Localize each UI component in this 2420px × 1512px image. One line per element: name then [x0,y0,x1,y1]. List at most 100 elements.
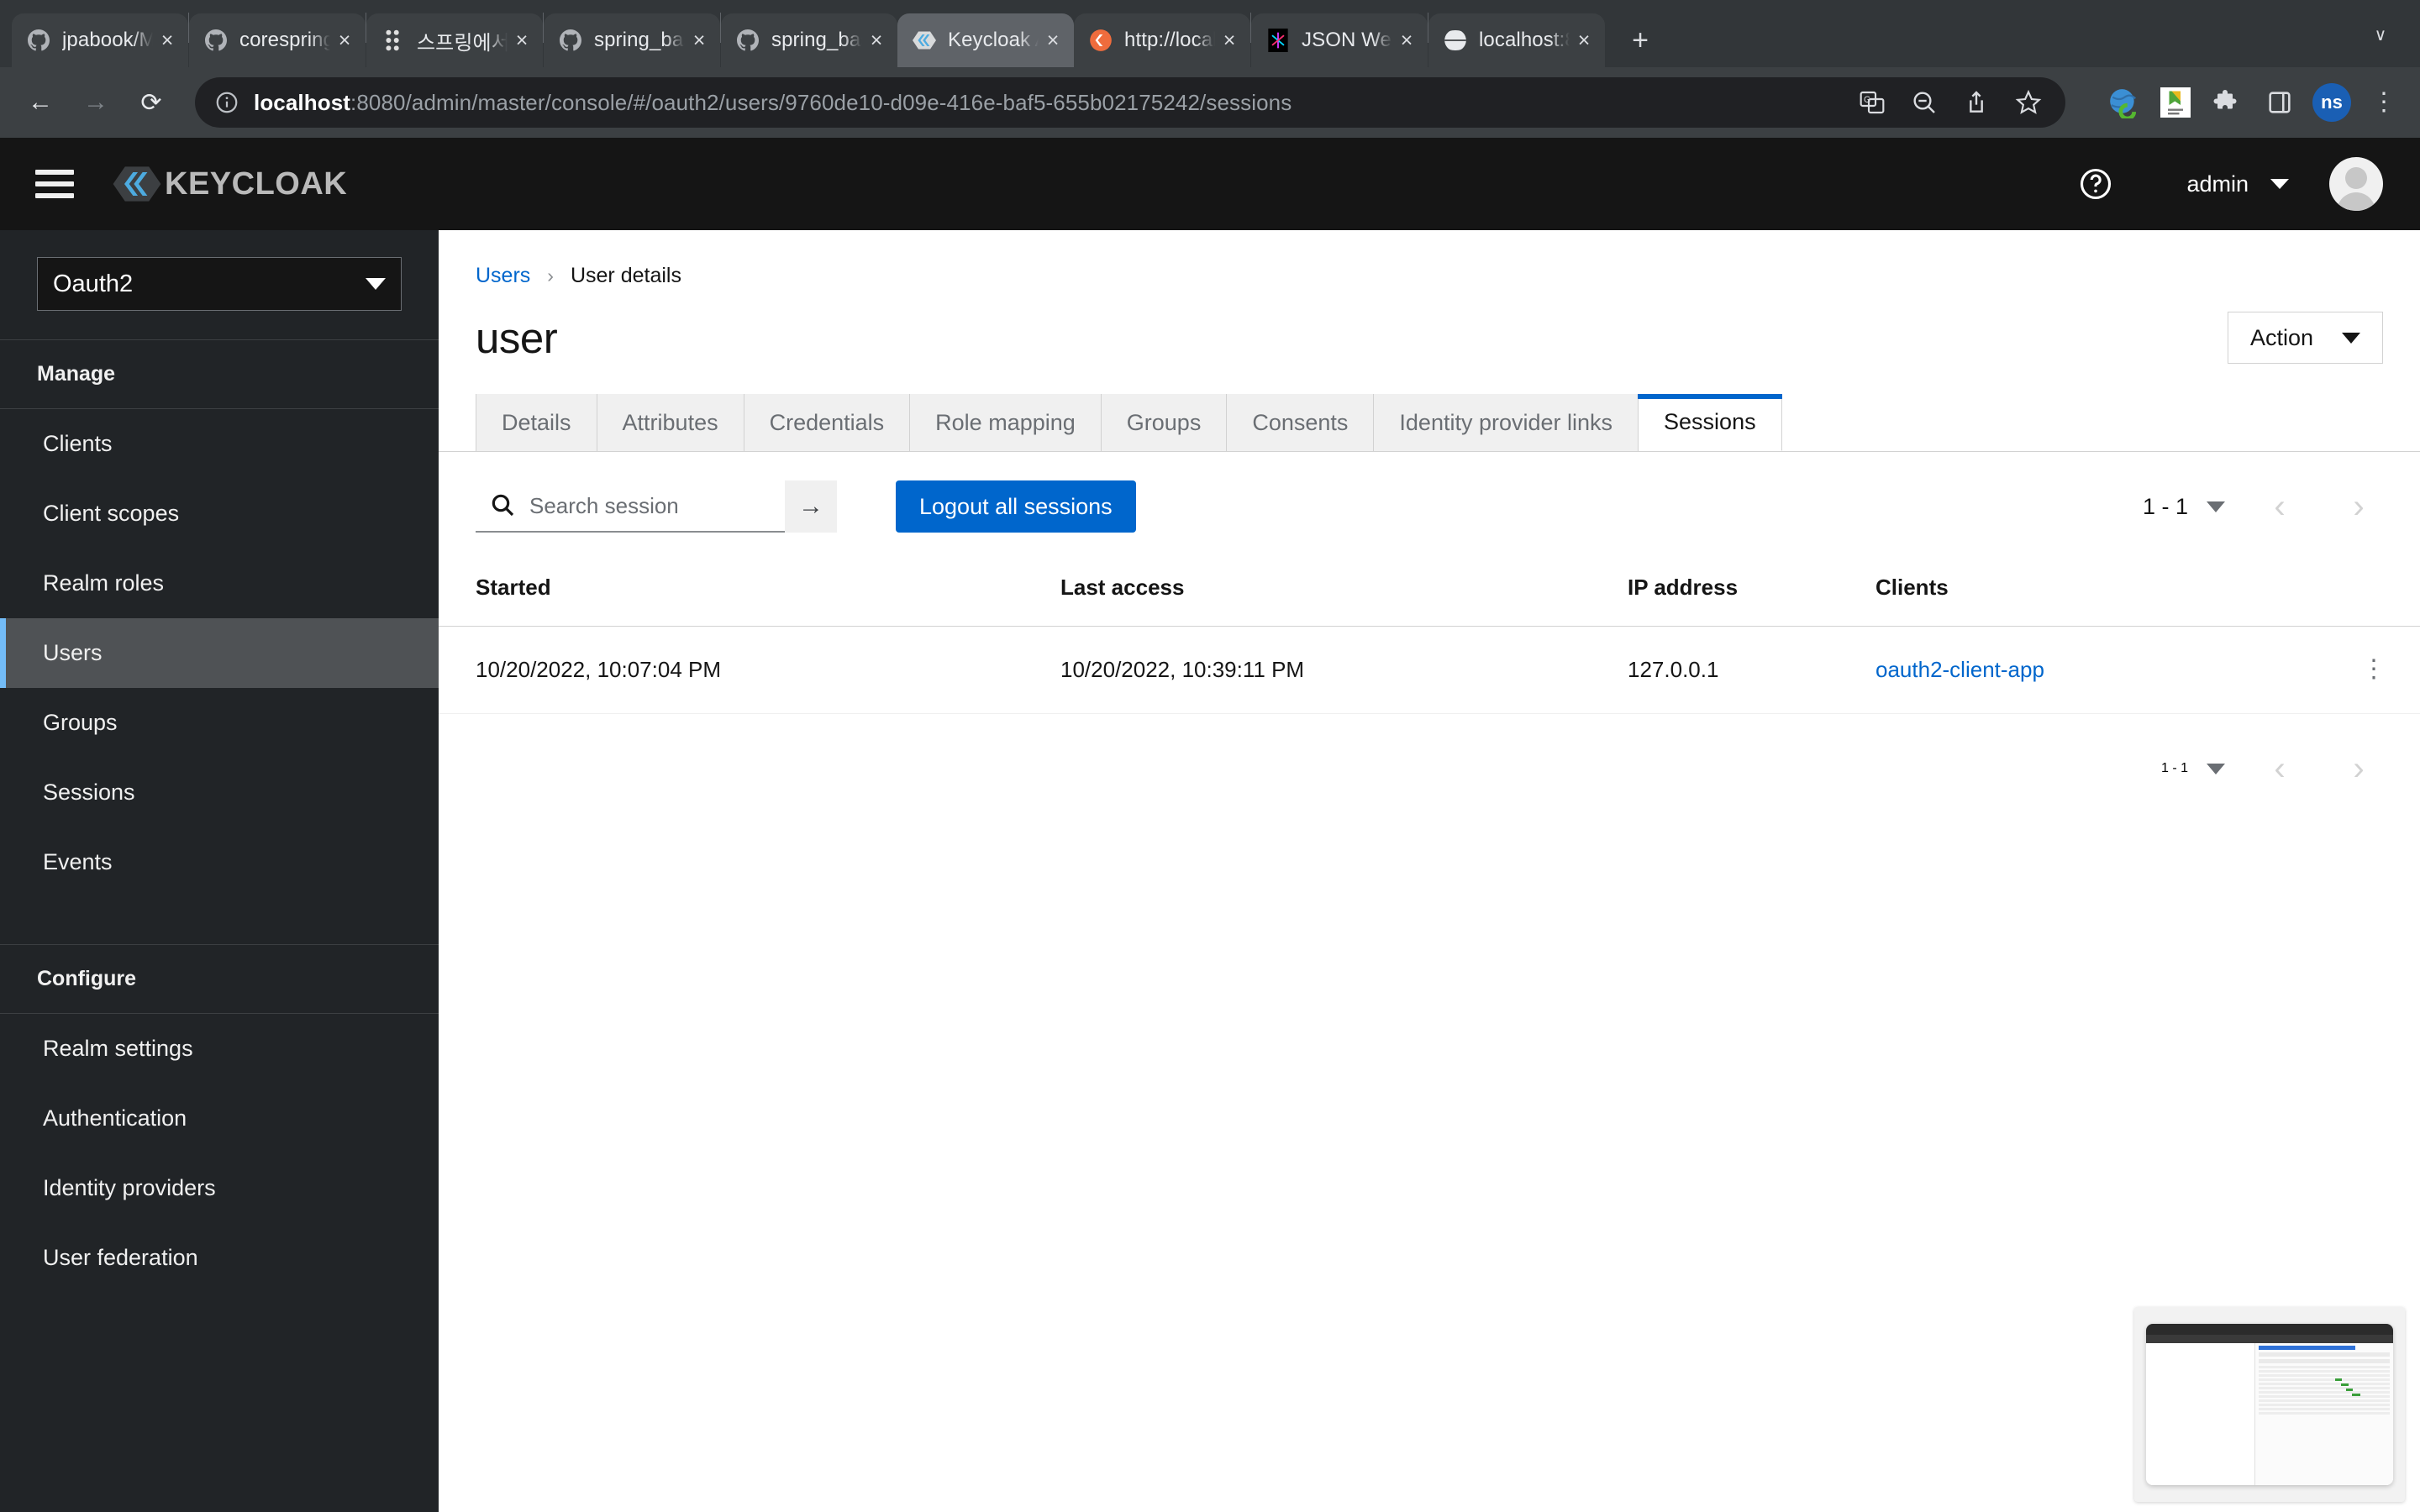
preview-filterbar [2259,1359,2390,1363]
sidebar-item-realm-settings[interactable]: Realm settings [0,1014,439,1084]
browser-menu-button[interactable]: ⋮ [2363,81,2405,123]
share-icon[interactable] [1956,82,1996,123]
column-header-ip-address: IP address [1628,563,1876,627]
column-header-clients: Clients [1876,563,2319,627]
avatar[interactable] [2329,157,2383,211]
sidebar-item-client-scopes[interactable]: Client scopes [0,479,439,549]
close-icon[interactable]: × [330,26,359,55]
jwt-icon [1266,29,1290,52]
realm-selector[interactable]: Oauth2 [37,257,402,311]
keycloak-logo[interactable]: KEYCLOAK [111,158,347,210]
sidebar-item-identity-providers[interactable]: Identity providers [0,1153,439,1223]
sidebar-item-sessions[interactable]: Sessions [0,758,439,827]
browser-tab-4[interactable]: spring_basic/b × [721,13,897,67]
browser-tab-7[interactable]: JSON Web To × [1251,13,1428,67]
browser-tab-strip: jpabook/Memb × corespringsec × 스프링에서 JSP… [0,0,2420,67]
preview-addressbar [2146,1335,2393,1343]
column-header-actions [2319,563,2420,627]
preview-row [2259,1378,2390,1381]
account-menu[interactable]: admin [2186,171,2289,197]
pagination-prev-icon[interactable]: ‹ [2255,482,2304,531]
tab-identity-provider-links[interactable]: Identity provider links [1374,394,1639,451]
row-kebab-menu-icon[interactable]: ⋮ [2361,657,2386,681]
address-bar[interactable]: localhost:8080/admin/master/console/#/oa… [195,77,2065,128]
close-icon[interactable]: × [862,26,891,55]
hamburger-menu-icon[interactable] [35,170,74,198]
close-icon[interactable]: × [153,26,182,55]
bookmark-star-icon[interactable] [2008,82,2049,123]
zoom-out-icon[interactable] [1904,82,1944,123]
globe-extension-icon[interactable] [2102,81,2144,123]
chevron-down-icon[interactable] [2207,763,2225,774]
github-icon [27,29,50,52]
cell-client-link[interactable]: oauth2-client-app [1876,657,2044,682]
sidebar-item-realm-roles[interactable]: Realm roles [0,549,439,618]
help-icon[interactable] [2077,165,2114,202]
close-icon[interactable]: × [1215,26,1244,55]
pagination-prev-icon-bottom[interactable]: ‹ [2255,744,2304,793]
github-icon [204,29,228,52]
browser-tab-1[interactable]: corespringsec × [189,13,366,67]
browser-tab-3[interactable]: spring_basic/E × [544,13,720,67]
puzzle-extensions-icon[interactable] [2207,81,2249,123]
tab-attributes[interactable]: Attributes [597,394,744,451]
search-submit-arrow-icon[interactable]: → [785,480,837,533]
translate-icon[interactable]: G [1852,82,1892,123]
tab-list-chevron-down-icon[interactable]: ∨ [2360,13,2402,55]
new-tab-button[interactable]: + [1617,17,1664,64]
reload-icon[interactable]: ⟳ [126,77,176,128]
close-icon[interactable]: × [508,26,536,55]
browser-tab-6[interactable]: http://localhos × [1074,13,1250,67]
tab-sessions[interactable]: Sessions [1638,394,1782,451]
close-icon[interactable]: × [1570,26,1598,55]
sidebar-item-authentication[interactable]: Authentication [0,1084,439,1153]
profile-avatar[interactable]: ns [2311,81,2353,123]
back-arrow-icon[interactable]: ← [15,77,66,128]
browser-tab-2[interactable]: 스프링에서 JSP × [366,13,543,67]
tab-consents[interactable]: Consents [1227,394,1375,451]
browser-tab-5[interactable]: Keycloak Adm × [897,13,1074,67]
pagination-next-icon[interactable]: › [2334,482,2383,531]
tab-groups[interactable]: Groups [1101,394,1228,451]
sessions-table-head: Started Last access IP address Clients [439,563,2420,627]
tab-credentials[interactable]: Credentials [744,394,911,451]
avatar-body [2337,192,2375,211]
preview-banner [2259,1346,2355,1350]
cell-ip-address: 127.0.0.1 [1628,626,1876,714]
sidebar-item-groups[interactable]: Groups [0,688,439,758]
sidebar-item-user-federation[interactable]: User federation [0,1223,439,1293]
close-icon[interactable]: × [1039,26,1067,55]
tab-role-mapping[interactable]: Role mapping [910,394,1102,451]
close-icon[interactable]: × [685,26,713,55]
search-session-box[interactable] [476,480,785,533]
tab-details[interactable]: Details [476,394,597,451]
sidebar-item-users[interactable]: Users [0,618,439,688]
sidebar-item-clients[interactable]: Clients [0,409,439,479]
sidebar-item-events[interactable]: Events [0,827,439,897]
chevron-down-icon [366,278,386,290]
breadcrumb-users-link[interactable]: Users [476,264,530,288]
globe-icon [1444,29,1467,52]
site-info-icon[interactable] [212,87,242,118]
preview-page [2146,1343,2393,1485]
account-name: admin [2186,171,2249,197]
browser-tab-title: spring_basic/b [771,29,862,51]
search-input[interactable] [529,492,771,519]
sidepanel-icon[interactable] [2259,81,2301,123]
window-preview-thumbnail[interactable] [2134,1307,2405,1502]
browser-tab-0[interactable]: jpabook/Memb × [12,13,188,67]
preview-row [2259,1404,2390,1406]
browser-window: jpabook/Memb × corespringsec × 스프링에서 JSP… [0,0,2420,1512]
pagination-next-icon-bottom[interactable]: › [2334,744,2383,793]
chevron-down-icon[interactable] [2207,501,2225,512]
browser-tab-8[interactable]: localhost:8081 × [1428,13,1605,67]
action-dropdown-button[interactable]: Action [2227,312,2383,364]
preview-row [2259,1408,2390,1410]
close-icon[interactable]: × [1392,26,1421,55]
logout-all-sessions-button[interactable]: Logout all sessions [896,480,1136,533]
preview-row [2259,1412,2390,1415]
notes-extension-icon[interactable] [2154,81,2196,123]
forward-arrow-icon[interactable]: → [71,77,121,128]
breadcrumb-current: User details [570,264,681,287]
table-header-row: Started Last access IP address Clients [439,563,2420,627]
